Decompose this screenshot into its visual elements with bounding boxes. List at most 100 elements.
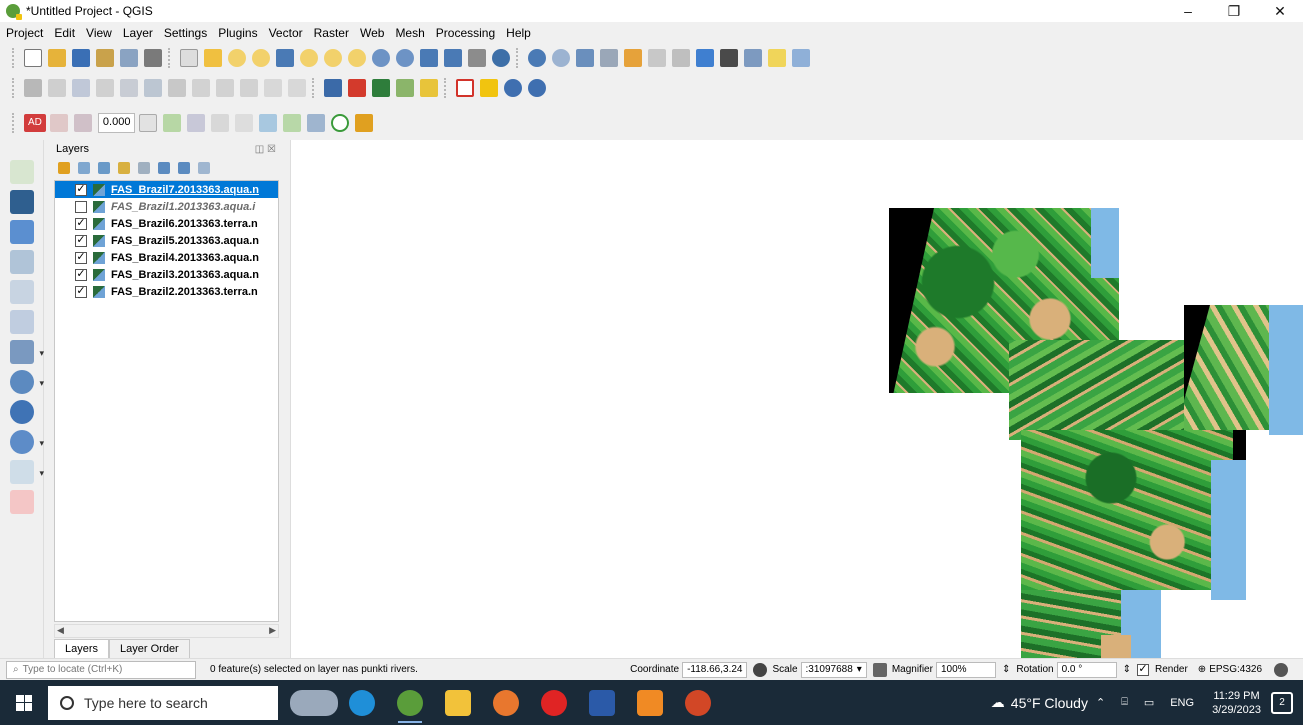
paste-features-icon[interactable] bbox=[240, 79, 258, 97]
panel-controls[interactable]: ◫ ☒ bbox=[255, 144, 276, 155]
toolbar-grip[interactable] bbox=[444, 78, 448, 98]
weather-text[interactable]: 45°F Cloudy bbox=[1011, 695, 1088, 711]
word-app[interactable] bbox=[578, 680, 626, 725]
taskbar-search[interactable]: Type here to search bbox=[48, 685, 278, 720]
tool-icon[interactable] bbox=[211, 114, 230, 132]
maximize-button[interactable]: ❐ bbox=[1211, 0, 1257, 22]
manage-map-themes-icon[interactable] bbox=[98, 162, 110, 174]
pan-to-selection-icon[interactable] bbox=[204, 49, 222, 67]
new-map-view-icon[interactable] bbox=[420, 49, 438, 67]
tool-icon[interactable] bbox=[163, 114, 182, 132]
add-spatialite-icon[interactable] bbox=[10, 310, 34, 334]
select-by-value-icon[interactable] bbox=[624, 49, 642, 67]
close-button[interactable]: ✕ bbox=[1257, 0, 1303, 22]
add-wms-icon[interactable]: ▾ bbox=[10, 370, 44, 394]
zoom-out-icon[interactable] bbox=[252, 49, 270, 67]
menu-web[interactable]: Web bbox=[360, 26, 384, 40]
toolbar-grip[interactable] bbox=[12, 48, 16, 68]
statistical-summary-icon[interactable] bbox=[720, 49, 738, 67]
layer-visibility-checkbox[interactable] bbox=[75, 200, 87, 213]
processing-toolbox-icon[interactable] bbox=[696, 49, 714, 67]
new-layer-icon[interactable]: ▾ bbox=[10, 460, 44, 484]
messages-icon[interactable] bbox=[1274, 662, 1288, 677]
qgis-app[interactable] bbox=[386, 680, 434, 725]
language-indicator[interactable]: ENG bbox=[1170, 697, 1194, 709]
search-icon[interactable] bbox=[528, 79, 546, 97]
expand-all-icon[interactable] bbox=[158, 162, 170, 174]
zoom-to-selection-icon[interactable] bbox=[300, 49, 318, 67]
menu-mesh[interactable]: Mesh bbox=[395, 26, 424, 40]
add-delimited-text-icon[interactable] bbox=[10, 250, 34, 274]
menu-settings[interactable]: Settings bbox=[164, 26, 207, 40]
network-icon[interactable]: ⌸ bbox=[1121, 696, 1128, 709]
powerpoint-app[interactable] bbox=[674, 680, 722, 725]
menu-layer[interactable]: Layer bbox=[123, 26, 153, 40]
select-features-icon[interactable] bbox=[576, 49, 594, 67]
cut-features-icon[interactable] bbox=[192, 79, 210, 97]
polygon-icon[interactable] bbox=[456, 79, 474, 97]
layer-visibility-checkbox[interactable]: ✓ bbox=[75, 251, 87, 264]
zoom-in-icon[interactable] bbox=[228, 49, 246, 67]
bookmarks-icon[interactable] bbox=[468, 49, 486, 67]
zoom-last-icon[interactable] bbox=[372, 49, 390, 67]
tool-icon[interactable] bbox=[259, 114, 278, 132]
filter-icon[interactable] bbox=[118, 162, 130, 174]
save-edits-icon[interactable] bbox=[72, 79, 90, 97]
notifications-icon[interactable]: 2 bbox=[1271, 691, 1293, 714]
ad-icon[interactable] bbox=[10, 490, 34, 514]
actions-icon[interactable] bbox=[552, 49, 570, 67]
menu-edit[interactable]: Edit bbox=[54, 26, 75, 40]
add-feature-icon[interactable] bbox=[96, 79, 114, 97]
zoom-to-layer-icon[interactable] bbox=[324, 49, 342, 67]
weather-icon[interactable]: ☁ bbox=[991, 694, 1005, 711]
lock-icon[interactable] bbox=[872, 662, 887, 677]
plugin-icon[interactable] bbox=[372, 79, 390, 97]
open-styling-icon[interactable] bbox=[58, 162, 70, 174]
undo-icon[interactable] bbox=[264, 79, 282, 97]
delete-selected-icon[interactable] bbox=[168, 79, 186, 97]
style-manager-icon[interactable] bbox=[144, 49, 162, 67]
magnifier-plugin-icon[interactable] bbox=[331, 114, 350, 132]
magnifier-field[interactable]: 100% bbox=[935, 661, 996, 678]
minimize-button[interactable]: – bbox=[1165, 0, 1211, 22]
layer-visibility-checkbox[interactable]: ✓ bbox=[75, 217, 87, 230]
toggle-extents-icon[interactable] bbox=[753, 662, 768, 677]
attribute-table-icon[interactable] bbox=[648, 49, 666, 67]
plugin-icon[interactable] bbox=[355, 114, 374, 132]
add-postgis-icon[interactable]: ▾ bbox=[10, 340, 44, 364]
layer-visibility-checkbox[interactable]: ✓ bbox=[75, 234, 87, 247]
identify-features-icon[interactable] bbox=[528, 49, 546, 67]
add-mesh-layer-icon[interactable] bbox=[10, 220, 34, 244]
layer-visibility-checkbox[interactable]: ✓ bbox=[75, 183, 87, 196]
locator-search-input[interactable]: ⌕ Type to locate (Ctrl+K) bbox=[6, 660, 196, 679]
new-print-layout-icon[interactable] bbox=[96, 49, 114, 67]
add-group-icon[interactable] bbox=[78, 162, 90, 174]
layer-item[interactable]: ✓ FAS_Brazil2.2013363.terra.n bbox=[55, 283, 278, 300]
menu-raster[interactable]: Raster bbox=[314, 26, 349, 40]
add-wfs-icon[interactable] bbox=[10, 400, 34, 424]
toggle-editing-icon[interactable] bbox=[48, 79, 66, 97]
tool-icon[interactable] bbox=[307, 114, 326, 132]
plugin-icon[interactable] bbox=[396, 79, 414, 97]
zoom-native-icon[interactable] bbox=[348, 49, 366, 67]
menu-project[interactable]: Project bbox=[6, 26, 43, 40]
scale-dropdown[interactable]: :31097688 ▾ bbox=[800, 661, 867, 678]
file-explorer-app[interactable] bbox=[434, 680, 482, 725]
zoom-next-icon[interactable] bbox=[396, 49, 414, 67]
edge-app[interactable] bbox=[338, 680, 386, 725]
annotation-icon[interactable] bbox=[792, 49, 810, 67]
globe-icon[interactable]: ⊕ bbox=[1198, 664, 1206, 675]
start-button[interactable] bbox=[0, 680, 48, 725]
temporal-controller-icon[interactable] bbox=[444, 49, 462, 67]
modify-attributes-icon[interactable] bbox=[144, 79, 162, 97]
ad-badge[interactable]: AD bbox=[24, 114, 46, 132]
map-canvas[interactable] bbox=[290, 140, 1303, 658]
layout-manager-icon[interactable] bbox=[120, 49, 138, 67]
manatee-widget[interactable] bbox=[290, 680, 338, 725]
layer-item[interactable]: ✓ FAS_Brazil5.2013363.aqua.n bbox=[55, 232, 278, 249]
collapse-all-icon[interactable] bbox=[178, 162, 190, 174]
tool-icon[interactable] bbox=[73, 114, 92, 132]
horizontal-scrollbar[interactable]: ◀ ▶ bbox=[54, 624, 279, 638]
crs-button[interactable]: EPSG:4326 bbox=[1209, 664, 1262, 675]
plugin-icon[interactable] bbox=[420, 79, 438, 97]
